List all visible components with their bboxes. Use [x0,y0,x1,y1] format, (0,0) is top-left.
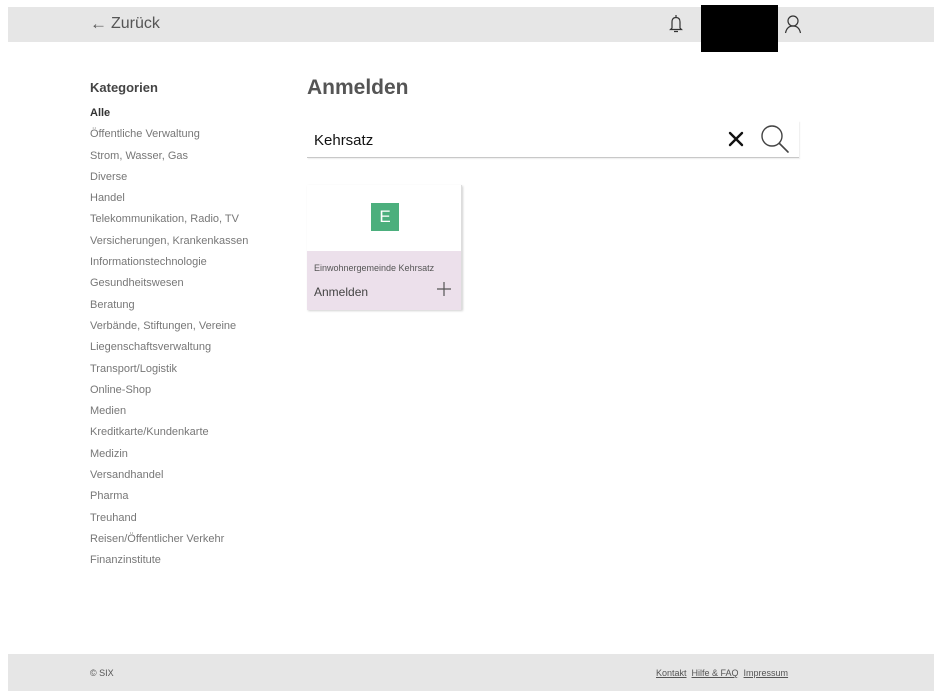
back-arrow-icon: ← [90,14,107,33]
footer-links: Kontakt Hilfe & FAQ Impressum [656,668,788,678]
category-item[interactable]: Verbände, Stiftungen, Vereine [90,319,290,340]
login-action[interactable]: Anmelden [314,285,368,299]
category-item[interactable]: Transport/Logistik [90,362,290,383]
category-item[interactable]: Informationstechnologie [90,255,290,276]
footer-link-hilfe-faq[interactable]: Hilfe & FAQ [692,668,739,678]
category-list: Alle Öffentliche Verwaltung Strom, Wasse… [90,106,290,575]
plus-icon[interactable] [436,281,452,297]
organization-name: Einwohnergemeinde Kehrsatz [314,263,435,273]
redacted-area [701,5,778,52]
category-item[interactable]: Handel [90,191,290,212]
category-item[interactable]: Pharma [90,489,290,510]
category-item[interactable]: Medizin [90,447,290,468]
category-item[interactable]: Telekommunikation, Radio, TV [90,212,290,233]
category-item[interactable]: Medien [90,404,290,425]
back-button[interactable]: ← Zurück [90,15,160,33]
back-label: Zurück [111,15,160,32]
search-icon[interactable] [760,123,792,155]
category-item[interactable]: Treuhand [90,511,290,532]
category-item[interactable]: Liegenschaftsverwaltung [90,340,290,361]
category-item[interactable]: Kreditkarte/Kundenkarte [90,425,290,446]
category-item[interactable]: Strom, Wasser, Gas [90,149,290,170]
card-footer: Einwohnergemeinde Kehrsatz Anmelden [307,251,461,310]
page-title: Anmelden [307,76,409,99]
category-item[interactable]: Versandhandel [90,468,290,489]
category-item[interactable]: Finanzinstitute [90,553,290,574]
footer: © SIX Kontakt Hilfe & FAQ Impressum [8,654,934,691]
organization-logo: E [371,203,399,231]
category-sidebar: Kategorien Alle Öffentliche Verwaltung S… [90,80,290,575]
category-item[interactable]: Versicherungen, Krankenkassen [90,234,290,255]
user-icon[interactable] [784,14,802,34]
footer-link-kontakt[interactable]: Kontakt [656,668,687,678]
category-item[interactable]: Reisen/Öffentlicher Verkehr [90,532,290,553]
category-item[interactable]: Öffentliche Verwaltung [90,127,290,148]
clear-icon[interactable] [727,130,745,148]
category-item-alle[interactable]: Alle [90,106,290,127]
bell-icon[interactable] [668,14,684,34]
top-bar: ← Zurück [8,5,934,52]
result-card[interactable]: E Einwohnergemeinde Kehrsatz Anmelden [307,185,462,310]
category-item[interactable]: Beratung [90,298,290,319]
footer-link-impressum[interactable]: Impressum [744,668,789,678]
search-bar [307,121,799,158]
category-item[interactable]: Diverse [90,170,290,191]
sidebar-title: Kategorien [90,80,158,95]
copyright: © SIX [90,668,114,678]
category-item[interactable]: Gesundheitswesen [90,276,290,297]
search-input[interactable] [314,129,714,151]
category-item[interactable]: Online-Shop [90,383,290,404]
